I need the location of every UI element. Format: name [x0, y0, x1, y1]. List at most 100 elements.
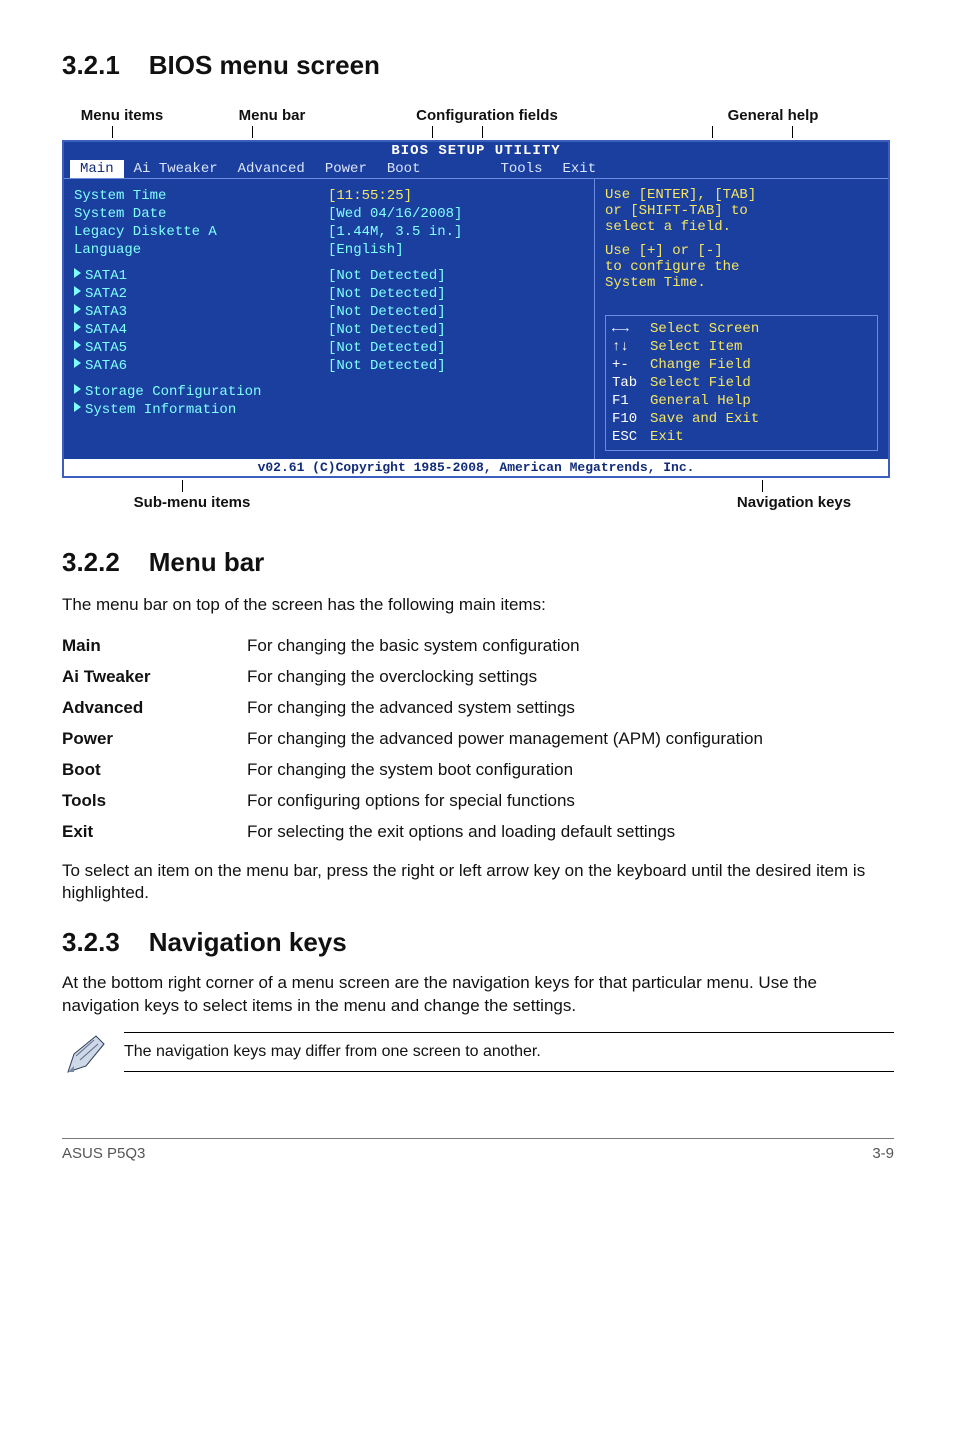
menubar-tools[interactable]: Tools [490, 160, 552, 178]
item-sata6[interactable]: SATA6 [74, 357, 318, 375]
callout-ticks-bottom [62, 478, 894, 492]
item-sata4[interactable]: SATA4 [74, 321, 318, 339]
item-sata1[interactable]: SATA1 [74, 267, 318, 285]
table-row: PowerFor changing the advanced power man… [62, 724, 894, 755]
menubar-power[interactable]: Power [315, 160, 377, 178]
navkey-label: Select Item [650, 339, 742, 355]
item-legacy-diskette[interactable]: Legacy Diskette A [74, 223, 318, 241]
heading-3-2-1: 3.2.1 BIOS menu screen [62, 50, 894, 81]
bios-title: BIOS SETUP UTILITY [64, 142, 888, 160]
table-row: AdvancedFor changing the advanced system… [62, 693, 894, 724]
menubar-aitweaker[interactable]: Ai Tweaker [124, 160, 228, 178]
heading-num: 3.2.1 [62, 50, 120, 80]
bios-mid-panel: [11:55:25] [Wed 04/16/2008] [1.44M, 3.5 … [324, 179, 594, 459]
label-menu-items: Menu items [62, 107, 182, 124]
bios-left-panel: System Time System Date Legacy Diskette … [64, 179, 324, 459]
help-line: to configure the [605, 259, 878, 275]
heading-3-2-2: 3.2.2 Menu bar [62, 547, 894, 578]
page-footer: ASUS P5Q3 3-9 [62, 1138, 894, 1162]
navkey-label: General Help [650, 393, 751, 409]
label-navigation-keys: Navigation keys [694, 494, 894, 511]
menubar-outro: To select an item on the menu bar, press… [62, 860, 894, 906]
note-text: The navigation keys may differ from one … [124, 1033, 894, 1071]
bios-menubar: Main Ai Tweaker Advanced Power Boot Tool… [64, 160, 888, 179]
navkey-f10: F10 [612, 410, 650, 428]
val-sata6: [Not Detected] [328, 357, 590, 375]
item-sata3[interactable]: SATA3 [74, 303, 318, 321]
heading-num: 3.2.3 [62, 927, 120, 957]
navkey-arrows-ud: ↑↓ [612, 338, 650, 356]
help-line: System Time. [605, 275, 878, 291]
callout-labels-top: Menu items Menu bar Configuration fields… [62, 107, 894, 124]
table-row: Ai TweakerFor changing the overclocking … [62, 662, 894, 693]
table-row: BootFor changing the system boot configu… [62, 755, 894, 786]
chevron-right-icon [74, 286, 81, 296]
val-sata4: [Not Detected] [328, 321, 590, 339]
val-system-date[interactable]: [Wed 04/16/2008] [328, 205, 590, 223]
label-general-help: General help [612, 107, 894, 124]
chevron-right-icon [74, 268, 81, 278]
bios-footer: v02.61 (C)Copyright 1985-2008, American … [64, 459, 888, 476]
item-system-date[interactable]: System Date [74, 205, 318, 223]
item-system-info[interactable]: System Information [74, 401, 318, 419]
bios-right-panel: Use [ENTER], [TAB] or [SHIFT-TAB] to sel… [594, 179, 888, 459]
label-config-fields: Configuration fields [342, 107, 612, 124]
note-box: The navigation keys may differ from one … [62, 1032, 894, 1078]
menubar-table: MainFor changing the basic system config… [62, 631, 894, 848]
val-sata2: [Not Detected] [328, 285, 590, 303]
bios-screen: BIOS SETUP UTILITY Main Ai Tweaker Advan… [62, 140, 890, 478]
chevron-right-icon [74, 322, 81, 332]
chevron-right-icon [74, 384, 81, 394]
navkeys-body: At the bottom right corner of a menu scr… [62, 972, 894, 1018]
heading-3-2-3: 3.2.3 Navigation keys [62, 927, 894, 958]
heading-title: BIOS menu screen [149, 50, 380, 80]
navkey-label: Select Screen [650, 321, 759, 337]
footer-right: 3-9 [872, 1145, 894, 1162]
navkey-plus-minus: +- [612, 356, 650, 374]
item-system-time[interactable]: System Time [74, 187, 318, 205]
table-row: ToolsFor configuring options for special… [62, 786, 894, 817]
navkey-label: Save and Exit [650, 411, 759, 427]
table-row: MainFor changing the basic system config… [62, 631, 894, 662]
item-storage-config[interactable]: Storage Configuration [74, 383, 318, 401]
navkey-label: Change Field [650, 357, 751, 373]
menubar-intro: The menu bar on top of the screen has th… [62, 594, 894, 617]
chevron-right-icon [74, 358, 81, 368]
divider [124, 1071, 894, 1072]
navkey-label: Exit [650, 429, 684, 445]
val-sata1: [Not Detected] [328, 267, 590, 285]
item-language[interactable]: Language [74, 241, 318, 259]
chevron-right-icon [74, 304, 81, 314]
item-sata5[interactable]: SATA5 [74, 339, 318, 357]
help-line: select a field. [605, 219, 878, 235]
heading-title: Menu bar [149, 547, 265, 577]
callout-labels-bottom: Sub-menu items Navigation keys [62, 494, 894, 511]
val-sata3: [Not Detected] [328, 303, 590, 321]
navkey-arrows-lr: ←→ [612, 320, 650, 338]
heading-title: Navigation keys [149, 927, 347, 957]
callout-ticks-top [62, 126, 894, 140]
label-menu-bar: Menu bar [182, 107, 342, 124]
chevron-right-icon [74, 402, 81, 412]
help-line: Use [+] or [-] [605, 243, 878, 259]
menubar-advanced[interactable]: Advanced [228, 160, 315, 178]
menubar-exit[interactable]: Exit [552, 160, 606, 178]
footer-left: ASUS P5Q3 [62, 1145, 145, 1162]
val-language[interactable]: [English] [328, 241, 590, 259]
val-legacy-diskette[interactable]: [1.44M, 3.5 in.] [328, 223, 590, 241]
val-system-time[interactable]: [11:55:25] [328, 187, 590, 205]
item-sata2[interactable]: SATA2 [74, 285, 318, 303]
navkey-esc: ESC [612, 428, 650, 446]
menubar-main[interactable]: Main [70, 160, 124, 178]
help-line: or [SHIFT-TAB] to [605, 203, 878, 219]
table-row: ExitFor selecting the exit options and l… [62, 817, 894, 848]
chevron-right-icon [74, 340, 81, 350]
navkey-f1: F1 [612, 392, 650, 410]
navkey-label: Select Field [650, 375, 751, 391]
val-sata5: [Not Detected] [328, 339, 590, 357]
navkey-tab: Tab [612, 374, 650, 392]
heading-num: 3.2.2 [62, 547, 120, 577]
label-submenu-items: Sub-menu items [62, 494, 292, 511]
nav-key-box: ←→Select Screen ↑↓Select Item +-Change F… [605, 315, 878, 451]
menubar-boot[interactable]: Boot [377, 160, 431, 178]
